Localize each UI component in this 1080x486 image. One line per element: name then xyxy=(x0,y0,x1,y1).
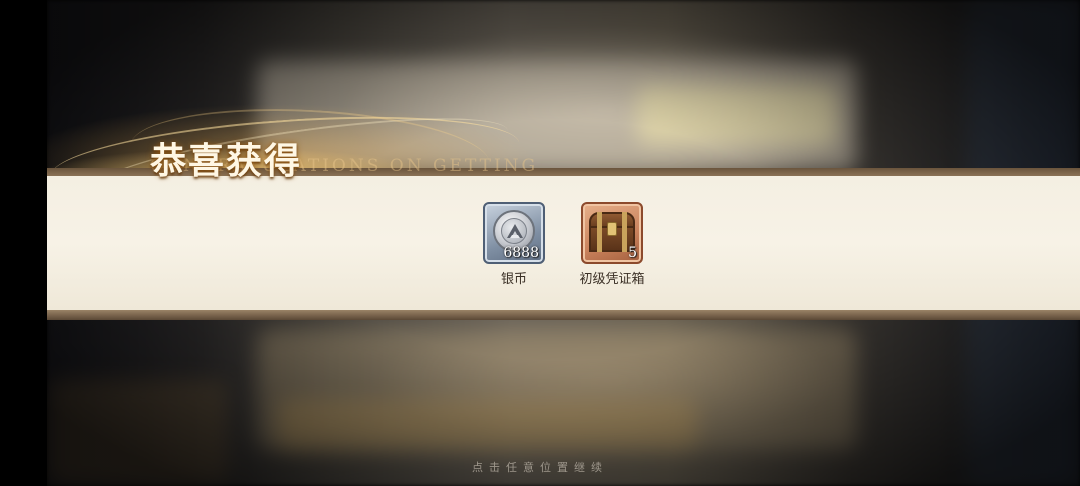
reward-icon-frame[interactable]: 5 xyxy=(581,202,643,264)
page-title: 恭喜获得 xyxy=(150,140,303,182)
reward-screen[interactable]: CONGRATULATIONS ON GETTING 恭喜获得 6888 银币 xyxy=(0,0,1080,486)
reward-count: 6888 xyxy=(503,245,539,261)
reward-item-chest[interactable]: 5 初级凭证箱 xyxy=(552,202,672,292)
reward-name: 初级凭证箱 xyxy=(579,272,645,287)
reward-count: 5 xyxy=(628,245,637,261)
reward-icon-frame[interactable]: 6888 xyxy=(483,202,545,264)
tap-to-continue-hint: 点击任意位置继续 xyxy=(472,461,608,474)
left-letterbox xyxy=(0,0,47,486)
